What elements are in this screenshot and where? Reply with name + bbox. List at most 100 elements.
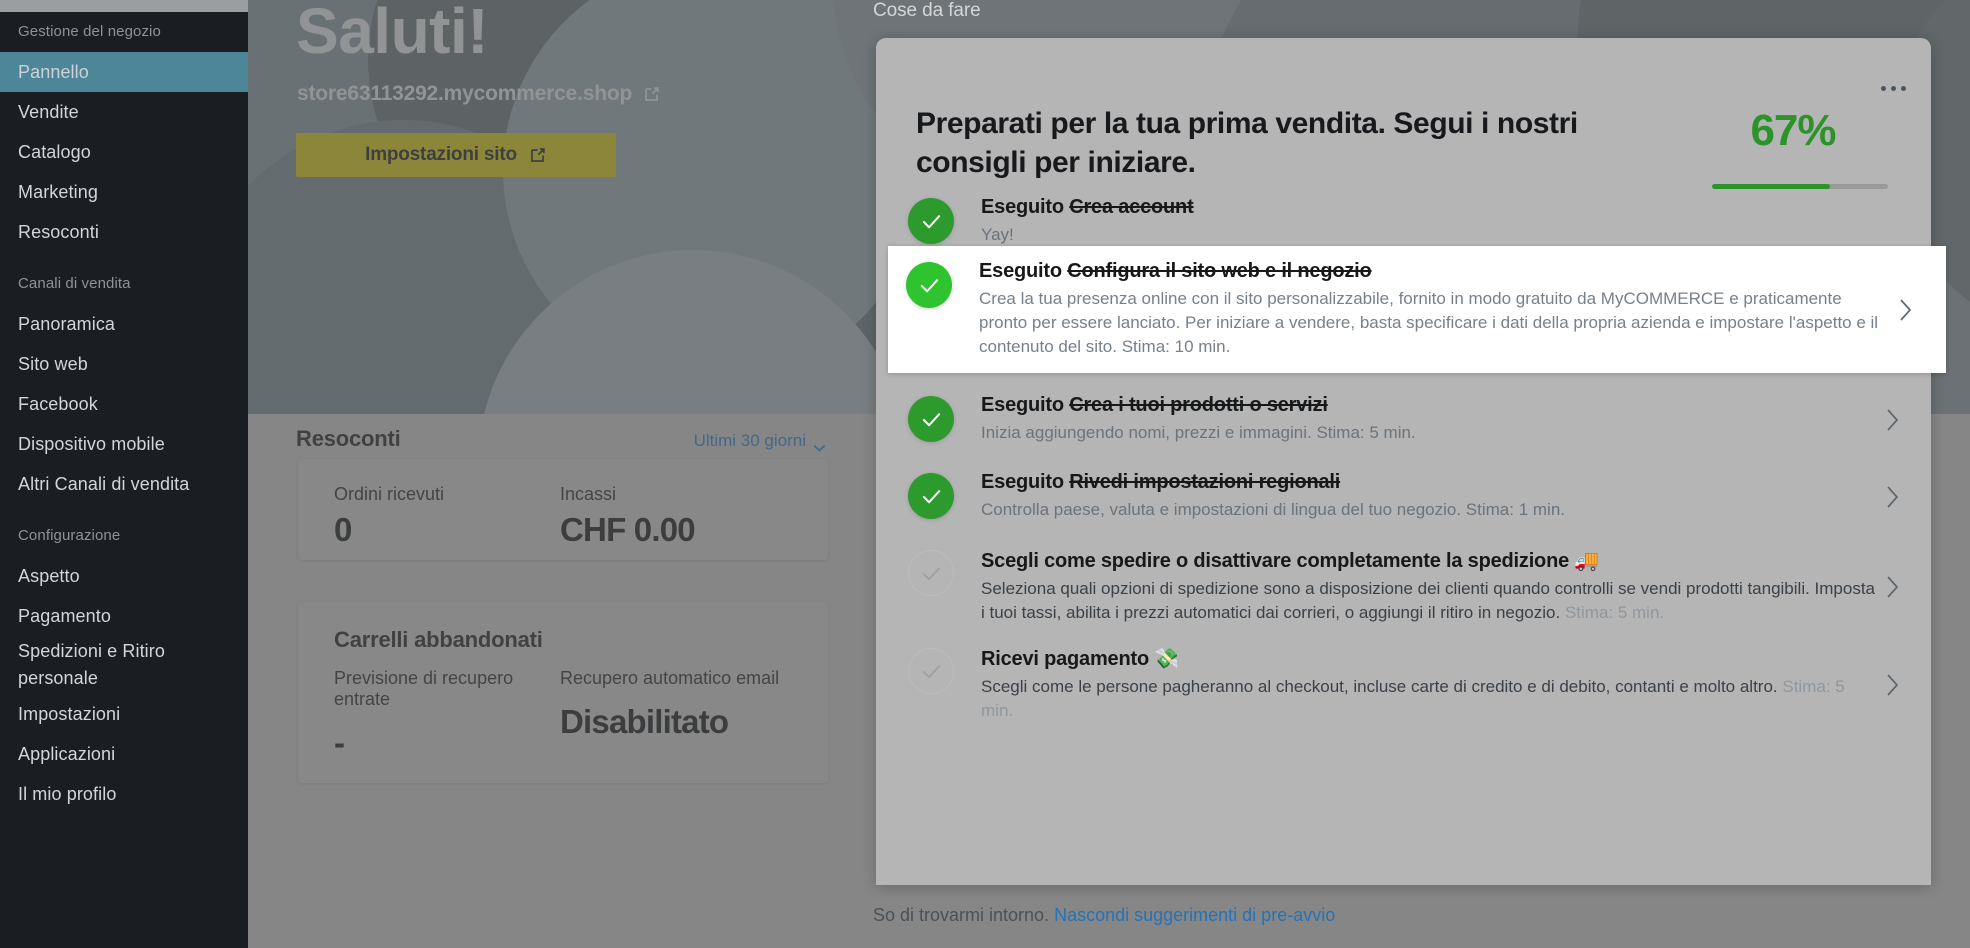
orders-received-label: Ordini ricevuti [334, 484, 445, 504]
task-complete-check-icon [908, 396, 954, 442]
todo-item-body: Scegli come spedire o disattivare comple… [981, 548, 1876, 625]
task-complete-check-icon [908, 473, 954, 519]
todo-item[interactable]: Eseguito Crea i tuoi prodotti o servizi I… [890, 380, 1933, 459]
recovery-forecast-label: Previsione di recupero entrate [334, 668, 514, 709]
sidebar-item-spedizioni[interactable]: Spedizioni e Ritiro personale [0, 636, 248, 694]
todo-item-title: Eseguito Crea i tuoi prodotti o servizi [981, 394, 1876, 417]
todo-item-description: Seleziona quali opzioni di spedizione so… [981, 577, 1876, 625]
reports-title: Resoconti [296, 426, 401, 451]
todo-item-title-text: Crea i tuoi prodotti o servizi [1069, 394, 1328, 416]
todo-item-status-word: Eseguito [981, 471, 1070, 493]
auto-email-recovery-value: Disabilitato [560, 703, 729, 740]
sidebar-item-applicazioni[interactable]: Applicazioni [0, 734, 248, 774]
sidebar-section-label: Gestione del negozio [18, 23, 161, 40]
reports-header: Resoconti Ultimi 30 giorni [296, 426, 826, 452]
task-incomplete-check-icon [908, 648, 954, 694]
todo-item-title-text: Configura il sito web e il negozio [1067, 260, 1372, 282]
todo-item-body: Eseguito Rivedi impostazioni regionali Co… [981, 471, 1876, 522]
todo-footer: So di trovarmi intorno. Nascondi suggeri… [873, 905, 1335, 926]
sidebar-item-impostazioni[interactable]: Impostazioni [0, 694, 248, 734]
sidebar-item-label: Catalogo [18, 142, 91, 162]
todo-item-description: Controlla paese, valuta e impostazioni d… [981, 498, 1876, 522]
sidebar-item-label: Altri Canali di vendita [18, 474, 190, 494]
page-title: Saluti! [296, 0, 489, 67]
sidebar-item-panoramica[interactable]: Panoramica [0, 304, 248, 344]
todo-item-status-word: Eseguito [979, 260, 1068, 282]
sidebar-item-label: Applicazioni [18, 744, 116, 764]
task-incomplete-check-icon [908, 550, 954, 596]
sidebar-item-label: Aspetto [18, 566, 80, 586]
todo-item-title-text: Rivedi impostazioni regionali [1069, 471, 1341, 493]
sidebar-item-vendite[interactable]: Vendite [0, 92, 248, 132]
chevron-right-icon[interactable] [1886, 408, 1899, 432]
todo-item-title: Ricevi pagamento 💸 [981, 646, 1876, 671]
abandoned-carts-title: Carrelli abbandonati [334, 627, 543, 652]
more-options-icon[interactable] [1881, 86, 1906, 91]
abandoned-carts-card: Carrelli abbandonati Previsione di recup… [298, 602, 828, 783]
todo-item-title-text: Scegli come spedire o disattivare comple… [981, 550, 1600, 572]
store-url-link[interactable]: store63113292.mycommerce.shop [297, 82, 661, 106]
sidebar-item-marketing[interactable]: Marketing [0, 172, 248, 212]
sidebar-item-aspetto[interactable]: Aspetto [0, 556, 248, 596]
sidebar-item-pagamento[interactable]: Pagamento [0, 596, 248, 636]
sidebar-item-label: Dispositivo mobile [18, 434, 165, 454]
progress-percent: 67% [1750, 106, 1836, 155]
todo-item-status-word: Eseguito [981, 196, 1070, 218]
sidebar-item-resoconti[interactable]: Resoconti [0, 212, 248, 252]
todo-item-description: Yay! [981, 223, 1899, 247]
todo-panel: Cose da fare Preparati per la tua prima … [873, 0, 1970, 948]
sidebar-item-catalogo[interactable]: Catalogo [0, 132, 248, 172]
sidebar-top-bar [0, 0, 248, 12]
todo-item-description: Inizia aggiungendo nomi, prezzi e immagi… [981, 421, 1876, 445]
auto-email-recovery-label: Recupero automatico email [560, 668, 780, 688]
revenue-label: Incassi [560, 484, 617, 504]
sidebar-item-facebook[interactable]: Facebook [0, 384, 248, 424]
sidebar-item-label: Pannello [18, 62, 89, 82]
hide-prelaunch-tips-link[interactable]: Nascondi suggerimenti di pre-avvio [1054, 905, 1335, 925]
todo-item-status-word: Eseguito [981, 394, 1070, 416]
todo-item-body: Eseguito Crea i tuoi prodotti o servizi I… [981, 394, 1876, 445]
todo-section-label: Cose da fare [873, 0, 981, 21]
sidebar-item-altri-canali[interactable]: Altri Canali di vendita [0, 464, 248, 504]
reports-date-range-dropdown[interactable]: Ultimi 30 giorni [694, 431, 826, 452]
chevron-right-icon[interactable] [1899, 298, 1912, 322]
chevron-right-icon[interactable] [1886, 575, 1899, 599]
sidebar-item-label: Il mio profilo [18, 784, 117, 804]
task-complete-check-icon [906, 262, 952, 308]
todo-item-title: Eseguito Rivedi impostazioni regionali [981, 471, 1876, 494]
todo-item[interactable]: Ricevi pagamento 💸 Scegli come le persone… [890, 632, 1933, 737]
todo-item-title: Eseguito Configura il sito web e il nego… [979, 260, 1889, 283]
orders-received-value: 0 [334, 511, 352, 548]
todo-item-body: Eseguito Crea account Yay! [981, 196, 1899, 247]
site-settings-button[interactable]: Impostazioni sito [296, 133, 616, 177]
todo-footer-text: So di trovarmi intorno. [873, 905, 1055, 925]
sidebar-item-il-mio-profilo[interactable]: Il mio profilo [0, 774, 248, 814]
todo-item-title: Scegli come spedire o disattivare comple… [981, 548, 1876, 573]
todo-item[interactable]: Scegli come spedire o disattivare comple… [890, 534, 1933, 639]
store-url-text: store63113292.mycommerce.shop [297, 82, 633, 105]
sidebar-section-label: Canali di vendita [18, 275, 131, 292]
todo-card: Preparati per la tua prima vendita. Segu… [876, 38, 1946, 885]
sidebar-item-label: Pagamento [18, 606, 111, 626]
sidebar-item-sito-web[interactable]: Sito web [0, 344, 248, 384]
sidebar-item-label: Resoconti [18, 222, 99, 242]
todo-item[interactable]: Eseguito Rivedi impostazioni regionali Co… [890, 457, 1933, 536]
sidebar-item-label: Panoramica [18, 314, 116, 334]
sidebar-item-label: Impostazioni [18, 704, 121, 724]
todo-item-title: Eseguito Crea account [981, 196, 1899, 219]
sidebar-item-label: Marketing [18, 182, 98, 202]
todo-item[interactable]: Eseguito Configura il sito web e il nego… [888, 246, 1946, 374]
todo-item-description-text: Crea la tua presenza online con il sito … [979, 289, 1879, 357]
todo-item-body: Ricevi pagamento 💸 Scegli come le persone… [981, 646, 1876, 723]
sidebar-item-dispositivo-mobile[interactable]: Dispositivo mobile [0, 424, 248, 464]
chevron-right-icon[interactable] [1886, 485, 1899, 509]
todo-item-title-text: Crea account [1069, 196, 1194, 218]
todo-item-title-text: Ricevi pagamento 💸 [981, 648, 1180, 670]
external-link-icon [642, 85, 661, 104]
orders-revenue-card: Ordini ricevuti 0 Incassi CHF 0.00 [298, 459, 828, 560]
todo-item-estimate: Stima: 5 min. [1564, 603, 1665, 623]
todo-item-description: Crea la tua presenza online con il sito … [979, 287, 1889, 359]
sidebar-section-label: Configurazione [18, 527, 121, 544]
sidebar-item-pannello[interactable]: Pannello [0, 52, 248, 92]
chevron-right-icon[interactable] [1886, 673, 1899, 697]
